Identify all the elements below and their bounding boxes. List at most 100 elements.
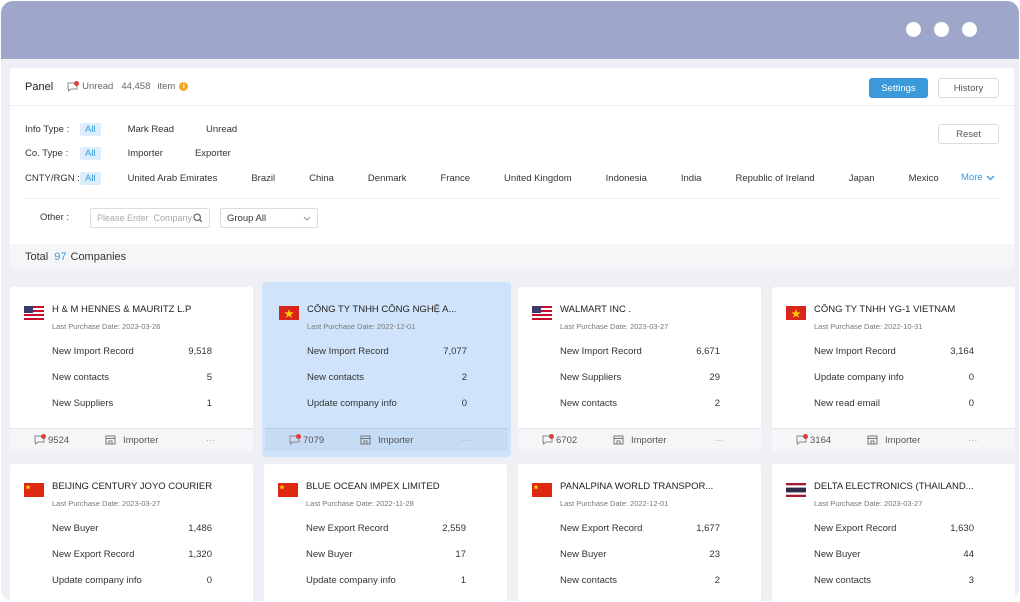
us-flag-icon xyxy=(24,306,44,320)
reset-button[interactable]: Reset xyxy=(938,124,999,144)
message-count-value: 6702 xyxy=(556,434,578,446)
last-purchase-date: Last Purchase Date: 2023-03-27 xyxy=(814,499,923,508)
stat-label: New Import Record xyxy=(560,346,642,357)
filter-option[interactable]: Mark Read xyxy=(123,123,179,136)
company-card[interactable]: H & M HENNES & MAURITZ L.P Last Purchase… xyxy=(10,287,253,451)
th-flag-icon xyxy=(786,483,806,497)
stat-label: New Export Record xyxy=(52,549,135,560)
filter-option[interactable]: Denmark xyxy=(363,172,412,185)
stat-value: 44 xyxy=(963,549,974,560)
stat-label: New read email xyxy=(814,398,880,409)
message-count[interactable]: 3164 xyxy=(796,434,831,446)
unread-count: 44,458 xyxy=(121,81,151,92)
company-name[interactable]: WALMART INC . xyxy=(560,304,631,315)
filter-option[interactable]: India xyxy=(676,172,707,185)
settings-button[interactable]: Settings xyxy=(869,78,928,98)
stat-value: 2 xyxy=(714,575,720,586)
company-name[interactable]: H & M HENNES & MAURITZ L.P xyxy=(52,304,191,315)
more-options-icon[interactable]: ··· xyxy=(461,435,471,446)
stat-row: New Buyer 23 xyxy=(560,549,720,560)
stat-row: New contacts 5 xyxy=(52,372,212,383)
chevron-down-icon xyxy=(986,175,995,180)
vn-flag-icon xyxy=(786,306,806,320)
message-count[interactable]: 9524 xyxy=(34,434,69,446)
card-footer: 6702 Importer ··· xyxy=(518,428,761,451)
company-search-input[interactable] xyxy=(97,213,193,223)
filter-option[interactable]: Mexico xyxy=(904,172,944,185)
more-options-icon[interactable]: ··· xyxy=(206,435,216,446)
stat-row: New contacts 2 xyxy=(560,398,720,409)
company-card[interactable]: WALMART INC . Last Purchase Date: 2023-0… xyxy=(518,287,761,451)
stat-value: 3 xyxy=(968,575,974,586)
window-control-dot[interactable] xyxy=(906,22,921,37)
filter-option[interactable]: France xyxy=(435,172,475,185)
message-count-value: 7079 xyxy=(303,434,325,446)
info-icon[interactable]: i xyxy=(179,82,189,91)
company-name[interactable]: PANALPINA WORLD TRANSPOR... xyxy=(560,481,713,492)
company-card-selected[interactable]: CÔNG TY TNHH CÔNG NGHỆ A... Last Purchas… xyxy=(262,282,511,457)
last-purchase-date: Last Purchase Date: 2022-12-01 xyxy=(307,322,416,331)
filter-option[interactable]: Republic of Ireland xyxy=(730,172,819,185)
chevron-down-icon xyxy=(303,216,311,221)
filter-option[interactable]: Indonesia xyxy=(601,172,652,185)
filter-option[interactable]: United Kingdom xyxy=(499,172,577,185)
total-count: 97 xyxy=(54,250,67,263)
stat-row: New contacts 3 xyxy=(814,575,974,586)
stat-row: Update company info 0 xyxy=(814,372,974,383)
filter-option[interactable]: Importer xyxy=(123,147,168,160)
filter-option[interactable]: China xyxy=(304,172,339,185)
message-icon xyxy=(34,434,46,445)
company-card[interactable]: BEIJING CENTURY JOYO COURIER Last Purcha… xyxy=(10,464,253,601)
group-select[interactable]: Group All xyxy=(220,208,318,228)
filter-option[interactable]: Unread xyxy=(201,123,242,136)
company-name[interactable]: BEIJING CENTURY JOYO COURIER xyxy=(52,481,212,492)
filter-option[interactable]: Brazil xyxy=(246,172,280,185)
stat-row: New Import Record 7,077 xyxy=(307,346,467,357)
more-options-icon[interactable]: ··· xyxy=(714,435,724,446)
co-type-filter: Co. Type : All Importer Exporter xyxy=(25,146,250,160)
message-count[interactable]: 7079 xyxy=(289,434,325,446)
stat-label: New Buyer xyxy=(306,549,353,560)
company-card[interactable]: DELTA ELECTRONICS (THAILAND... Last Purc… xyxy=(772,464,1015,601)
filter-option[interactable]: United Arab Emirates xyxy=(123,172,223,185)
stat-label: New Import Record xyxy=(307,346,389,357)
company-name[interactable]: CÔNG TY TNHH YG-1 VIETNAM xyxy=(814,304,955,315)
more-countries-link[interactable]: More xyxy=(961,172,995,183)
building-icon xyxy=(360,435,371,445)
company-name[interactable]: CÔNG TY TNHH CÔNG NGHỆ A... xyxy=(307,304,456,315)
company-name[interactable]: BLUE OCEAN IMPEX LIMITED xyxy=(306,481,440,492)
company-card[interactable]: CÔNG TY TNHH YG-1 VIETNAM Last Purchase … xyxy=(772,287,1015,451)
more-options-icon[interactable]: ··· xyxy=(968,435,978,446)
message-icon xyxy=(796,434,808,445)
last-purchase-date: Last Purchase Date: 2023-03-27 xyxy=(560,322,669,331)
last-purchase-date: Last Purchase Date: 2022-12-01 xyxy=(560,499,669,508)
card-footer: 3164 Importer ··· xyxy=(772,428,1015,451)
panel-title: Panel xyxy=(25,80,54,93)
filter-option[interactable]: Japan xyxy=(844,172,880,185)
stat-value: 9,518 xyxy=(188,346,212,357)
filter-option[interactable]: All xyxy=(80,146,101,160)
search-icon[interactable] xyxy=(193,213,203,223)
window-control-dot[interactable] xyxy=(962,22,977,37)
filter-option[interactable]: All xyxy=(80,171,101,185)
filter-option[interactable]: Exporter xyxy=(190,147,236,160)
window-control-dot[interactable] xyxy=(934,22,949,37)
company-name[interactable]: DELTA ELECTRONICS (THAILAND... xyxy=(814,481,974,492)
stat-row: New read email 0 xyxy=(814,398,974,409)
stat-row: New Import Record 9,518 xyxy=(52,346,212,357)
country-filter: CNTY/RGN : All United Arab Emirates Braz… xyxy=(25,171,958,185)
message-count[interactable]: 6702 xyxy=(542,434,578,446)
stat-value: 2,559 xyxy=(442,523,466,534)
company-card[interactable]: PANALPINA WORLD TRANSPOR... Last Purchas… xyxy=(518,464,761,601)
stat-row: New contacts 2 xyxy=(560,575,720,586)
history-button[interactable]: History xyxy=(938,78,999,98)
company-type: Importer xyxy=(360,435,413,446)
company-card[interactable]: BLUE OCEAN IMPEX LIMITED Last Purchase D… xyxy=(264,464,507,601)
stat-label: Update company info xyxy=(52,575,142,586)
message-icon xyxy=(542,434,554,445)
filter-option[interactable]: All xyxy=(80,122,101,136)
last-purchase-date: Last Purchase Date: 2023-03-27 xyxy=(52,499,161,508)
divider xyxy=(25,198,1000,199)
stat-row: New Suppliers 29 xyxy=(560,372,720,383)
stat-row: New Import Record 3,164 xyxy=(814,346,974,357)
